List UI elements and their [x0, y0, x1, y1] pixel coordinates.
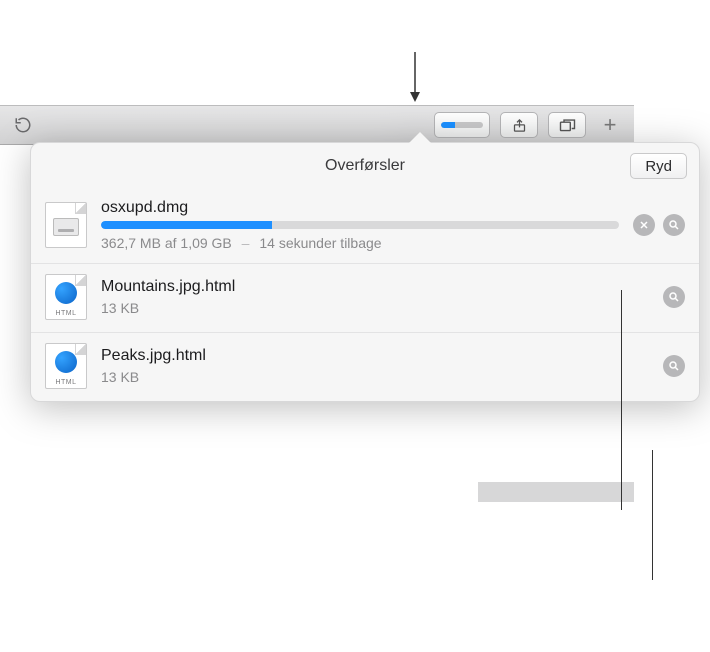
cancel-download-button[interactable]: [633, 214, 655, 236]
page-shadow-strip: [478, 482, 634, 502]
size-sep: af: [165, 235, 177, 251]
reveal-in-finder-button[interactable]: [663, 214, 685, 236]
annotation-line-reveal: [652, 450, 653, 580]
reveal-in-finder-button[interactable]: [663, 355, 685, 377]
bytes-total: 1,09 GB: [180, 235, 231, 251]
magnifier-icon: [668, 291, 680, 303]
reload-button[interactable]: [12, 114, 34, 136]
file-icon-dmg: [45, 202, 87, 248]
downloads-list: osxupd.dmg 362,7 MB af 1,09 GB – 14 seku…: [31, 189, 699, 401]
close-icon: [638, 219, 650, 231]
safari-compass-icon: [55, 351, 77, 373]
annotation-line-cancel: [621, 290, 622, 510]
file-subtext: 362,7 MB af 1,09 GB – 14 sekunder tilbag…: [101, 235, 619, 251]
share-button[interactable]: [500, 112, 538, 138]
new-tab-button[interactable]: +: [596, 112, 624, 138]
file-subtext: 13 KB: [101, 300, 649, 316]
file-subtext: 13 KB: [101, 369, 649, 385]
download-row: HTML Mountains.jpg.html 13 KB: [31, 263, 699, 332]
popover-title: Overførsler: [325, 157, 405, 175]
file-ext-label: HTML: [45, 379, 87, 386]
file-icon-html: HTML: [45, 343, 87, 389]
browser-toolbar: +: [0, 105, 634, 145]
download-row: HTML Peaks.jpg.html 13 KB: [31, 332, 699, 401]
clear-button[interactable]: Ryd: [630, 153, 687, 179]
plus-icon: +: [604, 112, 617, 138]
reveal-in-finder-button[interactable]: [663, 286, 685, 308]
tabs-icon: [559, 118, 576, 132]
file-name: osxupd.dmg: [101, 199, 619, 217]
magnifier-icon: [668, 219, 680, 231]
bytes-done: 362,7 MB: [101, 235, 161, 251]
time-remaining: 14 sekunder tilbage: [259, 235, 381, 251]
magnifier-icon: [668, 360, 680, 372]
safari-compass-icon: [55, 282, 77, 304]
file-icon-html: HTML: [45, 274, 87, 320]
downloads-progress-fill: [441, 122, 455, 128]
annotation-arrow-downloads: [408, 52, 422, 102]
downloads-button[interactable]: [434, 112, 490, 138]
tabs-button[interactable]: [548, 112, 586, 138]
file-name: Peaks.jpg.html: [101, 347, 649, 365]
progress-fill: [101, 221, 272, 229]
file-name: Mountains.jpg.html: [101, 278, 649, 296]
file-ext-label: HTML: [45, 310, 87, 317]
popover-header: Overførsler Ryd: [31, 143, 699, 189]
progress-track: [101, 221, 619, 229]
download-row: osxupd.dmg 362,7 MB af 1,09 GB – 14 seku…: [31, 189, 699, 263]
dash-sep: –: [242, 235, 250, 251]
clear-button-label: Ryd: [645, 158, 672, 175]
downloads-popover: Overførsler Ryd osxupd.dmg 362,7 MB: [30, 142, 700, 402]
share-icon: [512, 118, 527, 133]
downloads-progress-track: [441, 122, 483, 128]
